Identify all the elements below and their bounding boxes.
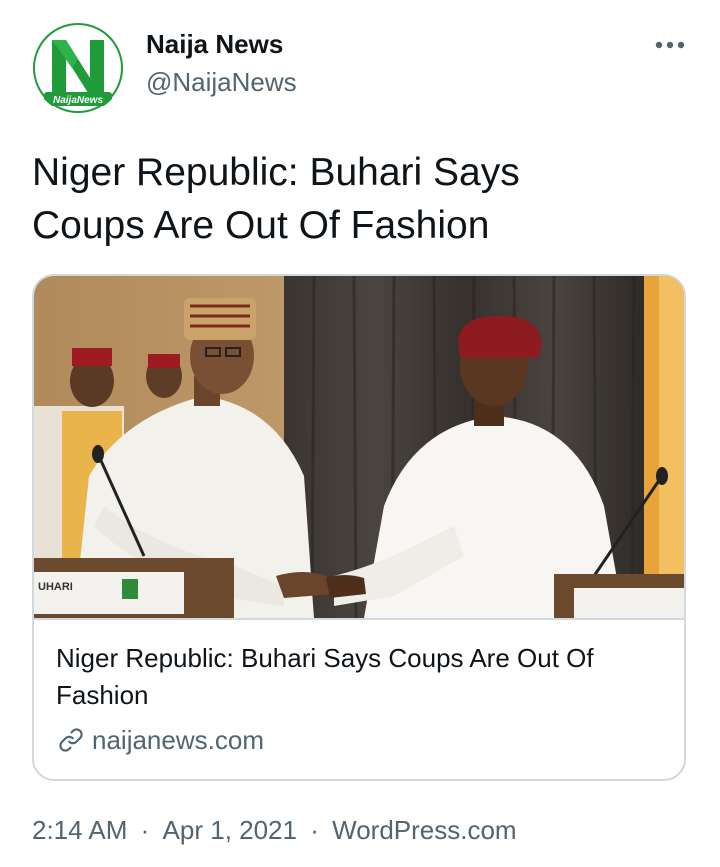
article-photo-image: UHARI: [34, 276, 684, 618]
tweet-source[interactable]: WordPress.com: [332, 812, 516, 848]
link-card[interactable]: UHARI Niger Republic: Buhari Says Coups …: [32, 274, 686, 781]
avatar[interactable]: NaijaNews: [32, 22, 124, 114]
card-domain: naijanews.com: [92, 724, 264, 755]
link-icon: [56, 725, 86, 755]
article-photo[interactable]: UHARI: [34, 276, 684, 620]
display-name[interactable]: Naija News: [146, 28, 283, 60]
card-domain-row[interactable]: naijanews.com: [56, 722, 264, 758]
podium-text: UHARI: [38, 581, 73, 593]
naija-news-logo-icon: NaijaNews: [32, 22, 124, 114]
meta-separator: ·: [310, 815, 319, 845]
tweet-meta: 2:14 AM · Apr 1, 2021 · WordPress.com: [32, 812, 517, 848]
tweet-time[interactable]: 2:14 AM: [32, 812, 127, 848]
logo-text: NaijaNews: [53, 95, 103, 106]
card-title[interactable]: Niger Republic: Buhari Says Coups Are Ou…: [56, 640, 666, 714]
more-options-icon: [655, 41, 685, 49]
tweet-date[interactable]: Apr 1, 2021: [163, 812, 297, 848]
user-handle[interactable]: @NaijaNews: [146, 66, 297, 98]
tweet-text: Niger Republic: Buhari Says Coups Are Ou…: [32, 151, 520, 247]
more-options-button[interactable]: [648, 30, 692, 60]
meta-separator: ·: [140, 815, 150, 845]
